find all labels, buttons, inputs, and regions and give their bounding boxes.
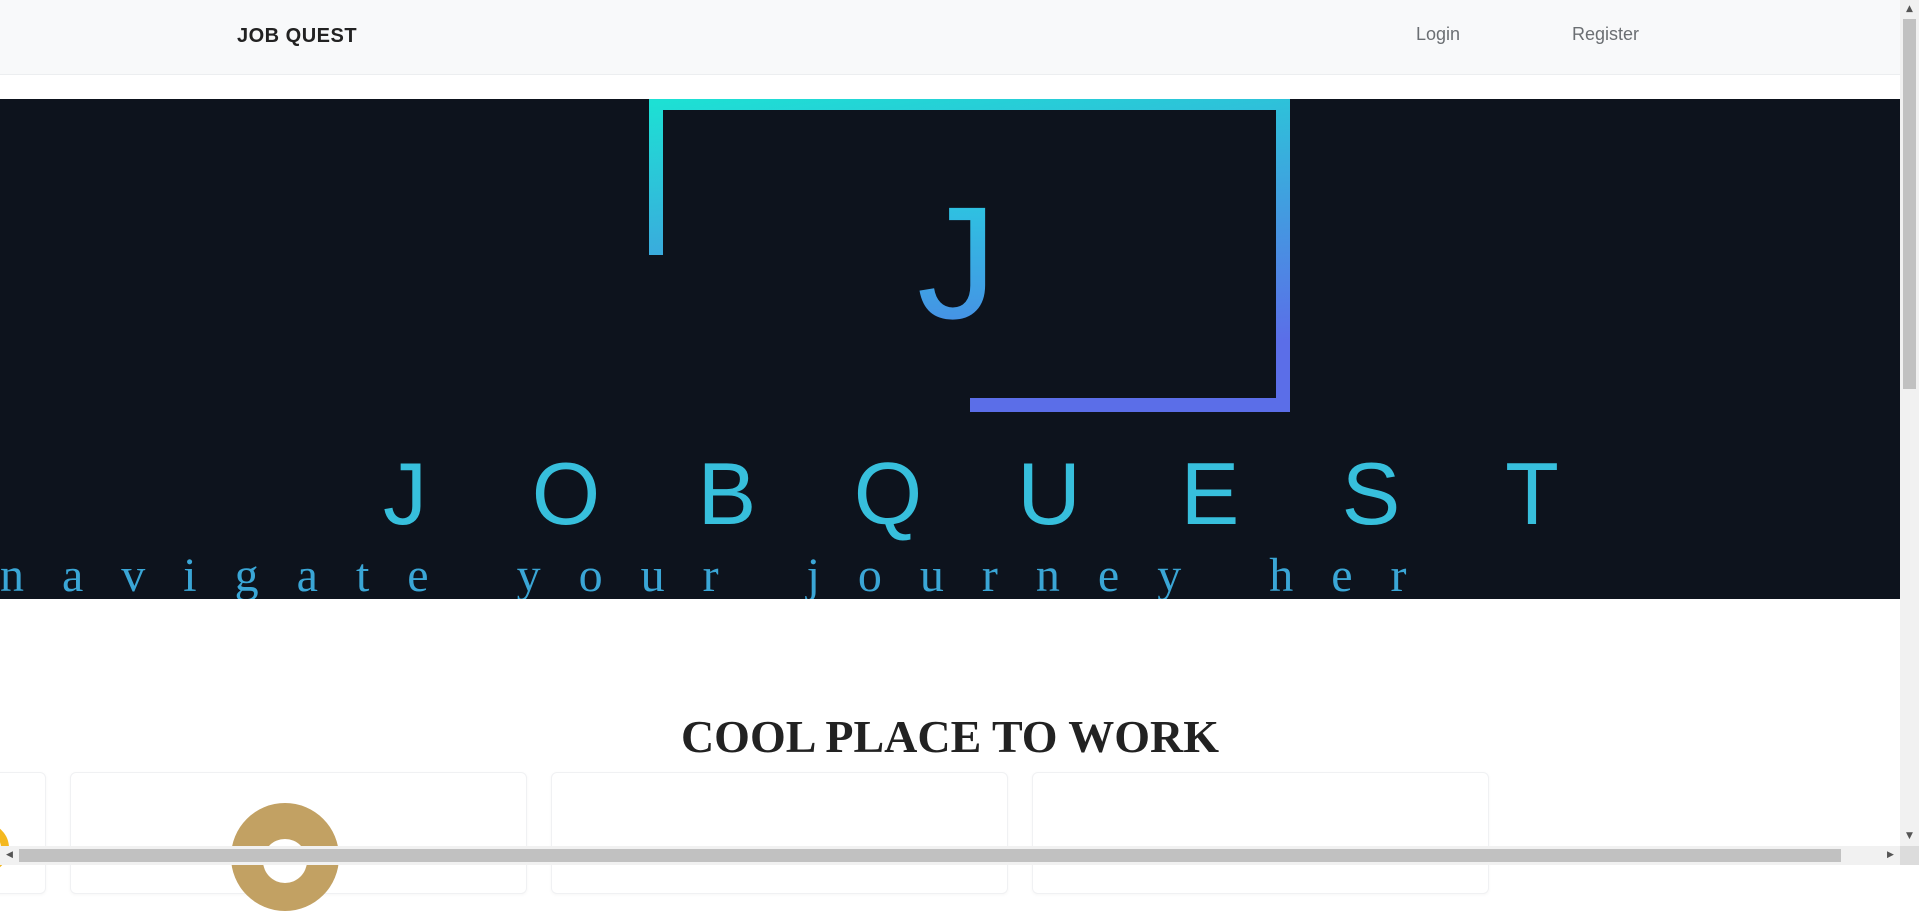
hero-brand-wordmark: J OBQU E S T: [383, 444, 1559, 543]
vertical-scrollbar[interactable]: ▲ ▼: [1900, 0, 1919, 846]
company-card[interactable]: [551, 772, 1008, 894]
scroll-left-arrow-icon[interactable]: ◀: [0, 846, 19, 865]
hero-brand-letter: J: [383, 444, 427, 543]
company-card[interactable]: [70, 772, 527, 911]
hero-logo-letter: J: [917, 173, 997, 352]
hero-logo-graphic: J J OBQU E S T navigate your journey her: [0, 99, 1559, 599]
vertical-scroll-thumb[interactable]: [1903, 19, 1916, 389]
scroll-down-arrow-icon[interactable]: ▼: [1900, 827, 1919, 846]
scrollbar-corner: [1900, 846, 1919, 865]
hero-brand-letter: E: [1181, 444, 1240, 543]
horizontal-scroll-thumb[interactable]: [19, 849, 1841, 862]
hero-brand-letter: Q: [854, 444, 922, 543]
hero-banner: J J OBQU E S T navigate your journey her: [0, 99, 1900, 599]
scroll-right-arrow-icon[interactable]: ▶: [1881, 846, 1900, 865]
hero-brand-letter: O: [532, 444, 600, 543]
scroll-up-arrow-icon[interactable]: ▲: [1900, 0, 1919, 19]
hero-brand-letter: S: [1342, 444, 1401, 543]
company-card[interactable]: [1032, 772, 1489, 894]
company-card[interactable]: [0, 772, 46, 894]
hero-brand-letter: B: [698, 444, 757, 543]
register-link[interactable]: Register: [1572, 24, 1639, 45]
horizontal-scrollbar[interactable]: ◀ ▶: [0, 846, 1900, 865]
navbar: JOB QUEST Login Register: [0, 0, 1900, 75]
hero-tagline: navigate your journey her: [0, 549, 1444, 599]
login-link[interactable]: Login: [1416, 24, 1460, 45]
hero-brand-letter: U: [1017, 444, 1081, 543]
hero-brand-letter: T: [1505, 444, 1559, 543]
section-title: COOL PLACE TO WORK: [680, 711, 1220, 762]
brand-logo-text[interactable]: JOB QUEST: [237, 25, 357, 48]
